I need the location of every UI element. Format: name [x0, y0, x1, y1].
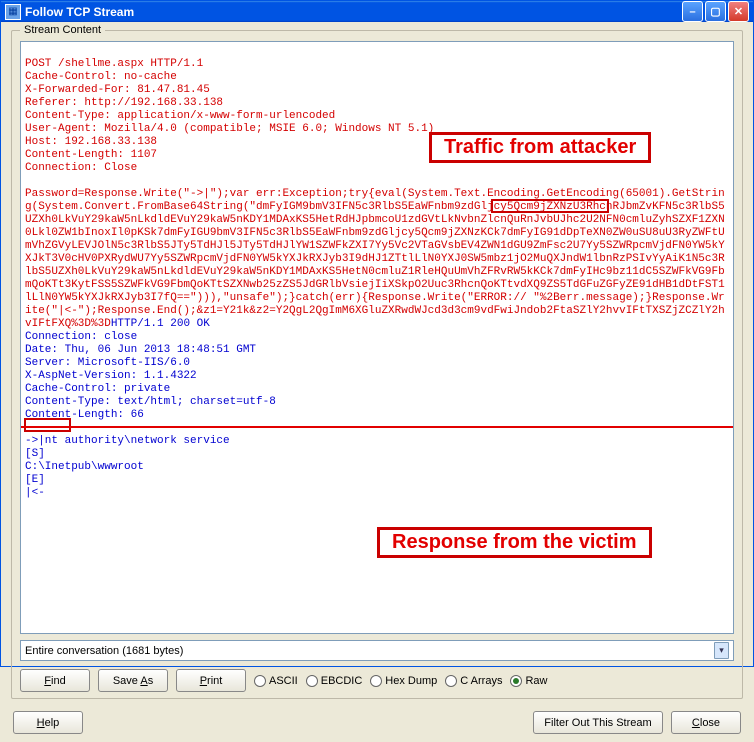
radio-ascii[interactable]: ASCII: [254, 675, 298, 687]
conversation-filter-combo[interactable]: Entire conversation (1681 bytes) ▾: [20, 640, 734, 661]
attacker-label: Traffic from attacker: [429, 132, 651, 163]
radio-raw[interactable]: Raw: [510, 675, 547, 687]
radio-carrays[interactable]: C Arrays: [445, 675, 502, 687]
victim-label: Response from the victim: [377, 527, 652, 558]
request-text: POST /shellme.aspx HTTP/1.1 Cache-Contro…: [25, 58, 725, 330]
radio-hexdump[interactable]: Hex Dump: [370, 675, 437, 687]
print-button[interactable]: Print: [176, 669, 246, 692]
response-text: HTTP/1.1 200 OK Connection: close Date: …: [25, 318, 276, 499]
stream-text-area[interactable]: POST /shellme.aspx HTTP/1.1 Cache-Contro…: [20, 41, 734, 634]
minimize-button[interactable]: –: [682, 1, 703, 22]
titlebar[interactable]: ▦ Follow TCP Stream – ▢ ✕: [1, 1, 753, 22]
help-button[interactable]: Help: [13, 711, 83, 734]
find-button[interactable]: Find: [20, 669, 90, 692]
separator-line: [21, 426, 733, 428]
chevron-down-icon[interactable]: ▾: [714, 642, 729, 659]
save-as-button[interactable]: Save As: [98, 669, 168, 692]
app-icon: ▦: [5, 4, 21, 20]
window-frame: ▦ Follow TCP Stream – ▢ ✕ Stream Content…: [0, 0, 754, 667]
close-window-button[interactable]: ✕: [728, 1, 749, 22]
fieldset-legend: Stream Content: [20, 24, 105, 36]
window-title: Follow TCP Stream: [25, 5, 682, 19]
radio-ebcdic[interactable]: EBCDIC: [306, 675, 363, 687]
close-button[interactable]: Close: [671, 711, 741, 734]
stream-content-fieldset: Stream Content POST /shellme.aspx HTTP/1…: [11, 30, 743, 699]
maximize-button[interactable]: ▢: [705, 1, 726, 22]
conversation-filter-value: Entire conversation (1681 bytes): [25, 645, 183, 657]
filter-out-button[interactable]: Filter Out This Stream: [533, 711, 663, 734]
